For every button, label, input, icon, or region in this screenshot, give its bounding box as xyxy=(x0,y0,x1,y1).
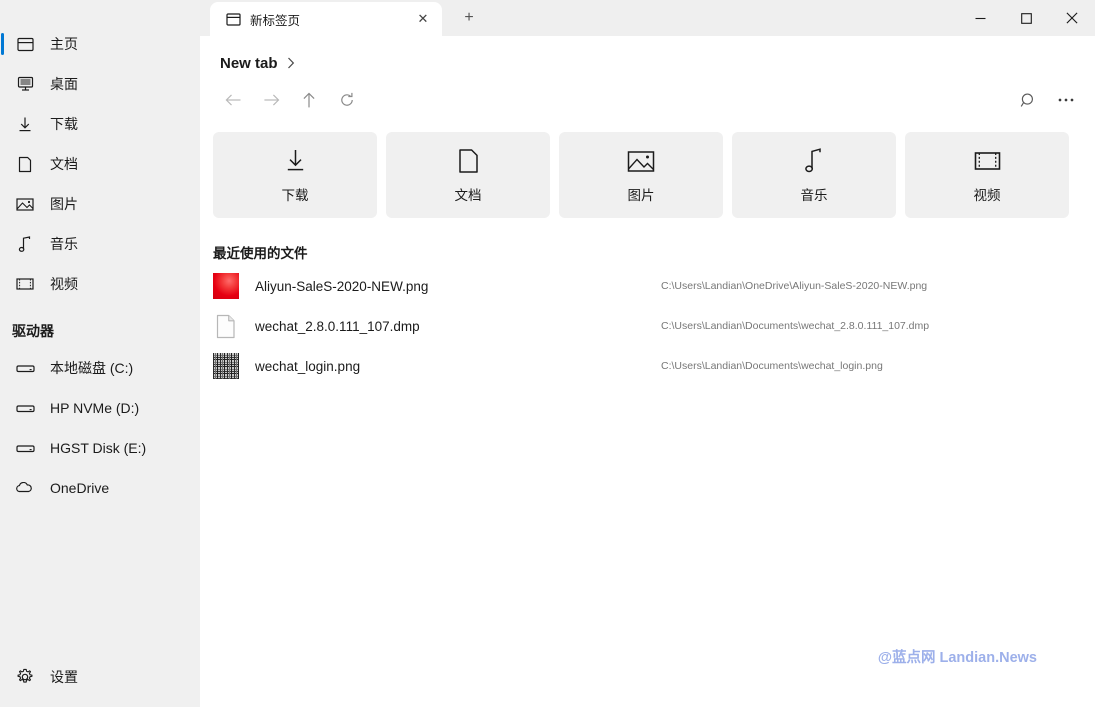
sidebar-item-onedrive[interactable]: OneDrive xyxy=(0,468,200,508)
sidebar-item-label: HP NVMe (D:) xyxy=(50,400,140,416)
sidebar-item-documents[interactable]: 文档 xyxy=(0,144,200,184)
tab-title: 新标签页 xyxy=(250,13,301,28)
drive-icon xyxy=(10,396,40,420)
cloud-icon xyxy=(10,476,40,500)
tile-label: 文档 xyxy=(454,188,482,203)
watermark: @蓝点网 Landian.News xyxy=(877,650,1037,666)
close-button[interactable] xyxy=(1049,0,1095,36)
sidebar-item-label: 视频 xyxy=(50,276,78,292)
tile-label: 下载 xyxy=(281,188,309,203)
video-icon xyxy=(10,272,40,296)
file-path: C:\Users\Landian\Documents\wechat_login.… xyxy=(661,360,883,372)
file-path: C:\Users\Landian\OneDrive\Aliyun-SaleS-2… xyxy=(661,280,928,292)
selection-indicator xyxy=(1,33,4,55)
refresh-button[interactable] xyxy=(328,84,366,116)
new-tab-button[interactable]: + xyxy=(454,3,484,33)
back-button[interactable] xyxy=(214,84,252,116)
sidebar-item-desktop[interactable]: 桌面 xyxy=(0,64,200,104)
tab-new-tab[interactable]: 新标签页 ✕ xyxy=(210,2,442,36)
gear-icon xyxy=(10,665,40,689)
sidebar-item-label: OneDrive xyxy=(50,480,110,496)
music-icon xyxy=(804,146,824,176)
sidebar-item-settings[interactable]: 设置 xyxy=(0,657,200,697)
file-icon xyxy=(213,313,239,339)
drive-icon xyxy=(10,436,40,460)
list-item[interactable]: wechat_login.png C:\Users\Landian\Docume… xyxy=(200,346,1095,386)
window-controls xyxy=(957,0,1095,36)
search-icon[interactable] xyxy=(1009,84,1047,116)
tile-videos[interactable]: 视频 xyxy=(905,132,1069,218)
sidebar-item-videos[interactable]: 视频 xyxy=(0,264,200,304)
desktop-icon xyxy=(10,72,40,96)
picture-icon xyxy=(10,192,40,216)
sidebar-item-home[interactable]: 主页 xyxy=(0,24,200,64)
sidebar-item-label: 本地磁盘 (C:) xyxy=(50,360,134,376)
drives-section-title: 驱动器 xyxy=(12,323,54,339)
document-icon xyxy=(10,152,40,176)
file-name: wechat_2.8.0.111_107.dmp xyxy=(255,318,420,334)
picture-icon xyxy=(627,146,655,176)
main-window: 新标签页 ✕ + New tab 下载 文档 图片 音乐 视频 最近使用的文件 … xyxy=(200,0,1095,707)
sidebar-item-label: 音乐 xyxy=(50,236,78,252)
drive-icon xyxy=(10,356,40,380)
file-thumbnail xyxy=(213,353,239,379)
sidebar-item-downloads[interactable]: 下载 xyxy=(0,104,200,144)
sidebar-item-label: 文档 xyxy=(50,156,78,172)
minimize-button[interactable] xyxy=(957,0,1003,36)
home-icon xyxy=(10,32,40,56)
tile-music[interactable]: 音乐 xyxy=(732,132,896,218)
sidebar-item-drive-c[interactable]: 本地磁盘 (C:) xyxy=(0,348,200,388)
quick-access-tiles: 下载 文档 图片 音乐 视频 xyxy=(200,120,1095,218)
download-icon xyxy=(284,146,307,176)
sidebar-item-label: 主页 xyxy=(50,36,78,52)
maximize-button[interactable] xyxy=(1003,0,1049,36)
download-icon xyxy=(10,112,40,136)
sidebar-item-label: 图片 xyxy=(50,196,78,212)
file-thumbnail xyxy=(213,273,239,299)
tile-label: 音乐 xyxy=(800,188,828,203)
list-item[interactable]: Aliyun-SaleS-2020-NEW.png C:\Users\Landi… xyxy=(200,266,1095,306)
breadcrumb[interactable]: New tab xyxy=(200,46,1095,80)
chevron-right-icon[interactable] xyxy=(287,57,295,69)
tab-window-icon xyxy=(224,10,242,28)
tile-downloads[interactable]: 下载 xyxy=(213,132,377,218)
file-name: wechat_login.png xyxy=(255,358,361,374)
list-item[interactable]: wechat_2.8.0.111_107.dmp C:\Users\Landia… xyxy=(200,306,1095,346)
tile-label: 视频 xyxy=(973,188,1001,203)
sidebar-item-drive-e[interactable]: HGST Disk (E:) xyxy=(0,428,200,468)
tile-pictures[interactable]: 图片 xyxy=(559,132,723,218)
tile-documents[interactable]: 文档 xyxy=(386,132,550,218)
close-icon[interactable]: ✕ xyxy=(412,8,434,30)
breadcrumb-label: New tab xyxy=(220,54,278,72)
recent-files-title: 最近使用的文件 xyxy=(213,246,308,261)
document-icon xyxy=(458,146,479,176)
video-icon xyxy=(974,146,1001,176)
sidebar-item-label: 下载 xyxy=(50,116,78,132)
file-explorer-window: 主页 桌面 下载 文档 图片 音乐 视频 驱动器 本地磁盘 (C:) HP NV… xyxy=(0,0,1095,707)
settings-label: 设置 xyxy=(50,669,78,685)
sidebar-item-drive-d[interactable]: HP NVMe (D:) xyxy=(0,388,200,428)
navigation-sidebar: 主页 桌面 下载 文档 图片 音乐 视频 驱动器 本地磁盘 (C:) HP NV… xyxy=(0,0,200,707)
music-icon xyxy=(10,232,40,256)
tab-strip: 新标签页 ✕ + xyxy=(200,0,1095,36)
up-button[interactable] xyxy=(290,84,328,116)
navigation-toolbar xyxy=(200,80,1095,120)
sidebar-item-label: 桌面 xyxy=(50,76,78,92)
toolbar-right-group xyxy=(1009,80,1085,120)
sidebar-item-label: HGST Disk (E:) xyxy=(50,440,147,456)
sidebar-item-music[interactable]: 音乐 xyxy=(0,224,200,264)
file-path: C:\Users\Landian\Documents\wechat_2.8.0.… xyxy=(661,320,930,332)
file-name: Aliyun-SaleS-2020-NEW.png xyxy=(255,278,429,294)
forward-button[interactable] xyxy=(252,84,290,116)
sidebar-item-pictures[interactable]: 图片 xyxy=(0,184,200,224)
more-options-icon[interactable] xyxy=(1047,84,1085,116)
tile-label: 图片 xyxy=(627,188,655,203)
